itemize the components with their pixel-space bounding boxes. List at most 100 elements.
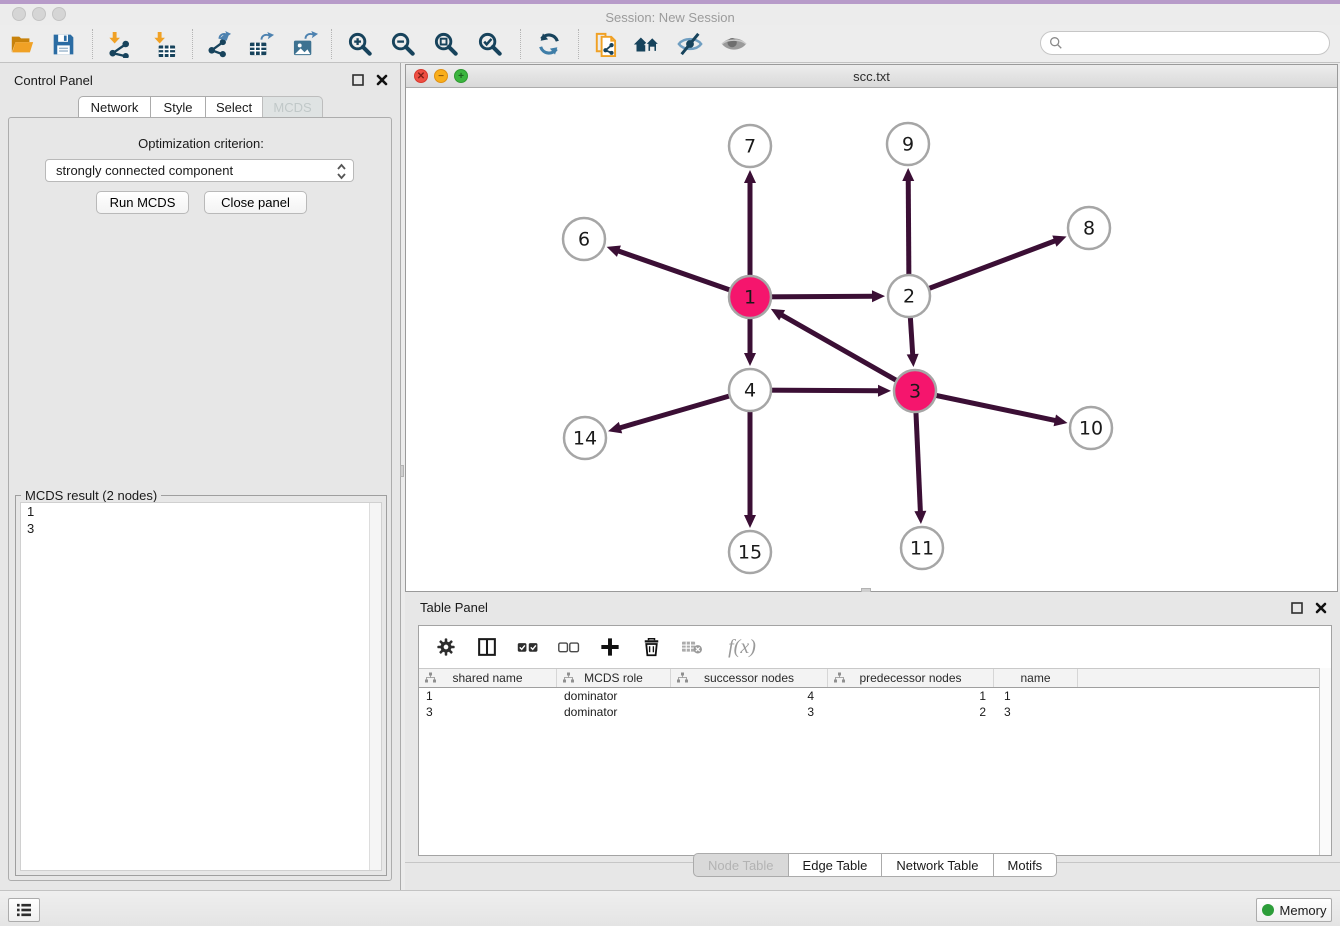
network-window-title: scc.txt: [406, 69, 1337, 84]
table-panel: Table Panel: [405, 592, 1340, 890]
mcds-result-group: MCDS result (2 nodes) 1 3: [15, 495, 387, 876]
graph-node-label: 6: [578, 229, 590, 251]
column-tree-icon: [562, 672, 575, 687]
export-network-button[interactable]: [204, 30, 232, 58]
hide-selected-button[interactable]: [676, 30, 704, 58]
close-panel-icon[interactable]: [376, 74, 388, 86]
column-header-name[interactable]: name: [994, 669, 1078, 687]
tab-network[interactable]: Network: [78, 96, 151, 117]
export-table-icon: [248, 31, 275, 58]
column-header-predecessor-nodes[interactable]: predecessor nodes: [828, 669, 994, 687]
column-header-successor-nodes[interactable]: successor nodes: [671, 669, 828, 687]
hide-selected-icon: [676, 31, 704, 57]
network-view-window: ✕ − + scc.txt 7968124314101511: [405, 64, 1338, 592]
zoom-selected-icon: [477, 31, 504, 58]
table-header-row: shared name MCDS role successor nodes pr…: [419, 668, 1319, 688]
vertical-splitter-handle[interactable]: [400, 465, 404, 477]
run-mcds-button[interactable]: Run MCDS: [96, 191, 189, 214]
show-all-button[interactable]: [720, 30, 748, 58]
result-scrollbar[interactable]: [369, 503, 381, 870]
graph-edge-arrowhead: [907, 354, 919, 367]
criterion-select[interactable]: strongly connected component: [45, 159, 354, 182]
memory-status-icon: [1262, 904, 1274, 916]
graph-edge-arrowhead: [902, 168, 914, 181]
mcds-result-list[interactable]: 1 3: [20, 502, 382, 871]
criterion-value: strongly connected component: [56, 163, 233, 178]
column-tree-icon: [676, 672, 689, 687]
task-history-button[interactable]: [8, 898, 40, 922]
column-header-filler: [1078, 669, 1319, 687]
graph-edge-arrowhead: [1052, 235, 1066, 246]
node-table-container: f(x) shared name MCDS role successor nod…: [418, 625, 1332, 856]
function-builder-icon: f(x): [720, 634, 764, 660]
gear-icon[interactable]: [433, 634, 459, 660]
home-layout-button[interactable]: [633, 30, 661, 58]
column-tree-icon: [833, 672, 846, 687]
import-network-icon: [105, 31, 132, 58]
tab-motifs[interactable]: Motifs: [994, 853, 1058, 877]
toolbar-separator: [331, 29, 332, 59]
zoom-selected-button[interactable]: [476, 30, 504, 58]
import-network-button[interactable]: [104, 30, 132, 58]
table-panel-title: Table Panel: [420, 600, 488, 615]
refresh-button[interactable]: [535, 30, 563, 58]
tab-edge-table[interactable]: Edge Table: [789, 853, 883, 877]
close-table-panel-icon[interactable]: [1315, 602, 1327, 614]
export-image-button[interactable]: [291, 30, 319, 58]
mcds-panel: Optimization criterion: strongly connect…: [8, 117, 392, 881]
graph-edge-arrowhead: [872, 290, 885, 302]
control-panel-title: Control Panel: [14, 73, 93, 88]
table-toolbar: f(x): [419, 626, 1331, 668]
graph-edge-3-1[interactable]: [780, 314, 915, 391]
import-table-icon: [150, 31, 177, 58]
tab-select[interactable]: Select: [205, 96, 263, 117]
delete-table-icon: [679, 634, 705, 660]
clone-network-button[interactable]: [590, 30, 618, 58]
float-panel-icon[interactable]: [352, 74, 364, 86]
graph-edge-2-8[interactable]: [909, 240, 1056, 296]
main-toolbar: [0, 25, 1340, 63]
table-row[interactable]: 1 dominator 4 1 1: [419, 688, 1319, 704]
zoom-in-button[interactable]: [346, 30, 374, 58]
deselect-all-icon[interactable]: [556, 634, 582, 660]
tab-network-table[interactable]: Network Table: [882, 853, 993, 877]
delete-column-icon[interactable]: [638, 634, 664, 660]
select-all-icon[interactable]: [515, 634, 541, 660]
table-row[interactable]: 3 dominator 3 2 3: [419, 704, 1319, 720]
open-file-button[interactable]: [8, 30, 36, 58]
network-window-titlebar[interactable]: ✕ − + scc.txt: [406, 65, 1337, 88]
export-network-icon: [205, 31, 232, 58]
zoom-out-button[interactable]: [389, 30, 417, 58]
close-panel-button[interactable]: Close panel: [204, 191, 307, 214]
search-field[interactable]: [1040, 31, 1330, 55]
tab-style[interactable]: Style: [150, 96, 206, 117]
column-header-shared-name[interactable]: shared name: [419, 669, 557, 687]
graph-node-label: 11: [910, 538, 934, 560]
export-table-button[interactable]: [247, 30, 275, 58]
table-scrollbar[interactable]: [1319, 668, 1331, 855]
column-header-mcds-role[interactable]: MCDS role: [557, 669, 671, 687]
list-icon: [16, 903, 32, 917]
save-session-button[interactable]: [49, 30, 77, 58]
search-icon: [1049, 36, 1063, 50]
tab-mcds[interactable]: MCDS: [262, 96, 323, 117]
network-canvas[interactable]: 7968124314101511: [406, 88, 1337, 591]
memory-label: Memory: [1280, 903, 1327, 918]
search-input[interactable]: [1068, 36, 1329, 51]
memory-button[interactable]: Memory: [1256, 898, 1332, 922]
tab-node-table[interactable]: Node Table: [693, 853, 789, 877]
graph-node-label: 7: [744, 136, 756, 158]
zoom-fit-button[interactable]: [432, 30, 460, 58]
graph-node-label: 15: [738, 542, 762, 564]
mcds-result-item: 3: [21, 520, 381, 537]
table-tabs: Node Table Edge Table Network Table Moti…: [693, 853, 1057, 877]
mcds-result-item: 1: [21, 503, 381, 520]
add-column-icon[interactable]: [597, 634, 623, 660]
columns-icon[interactable]: [474, 634, 500, 660]
float-table-panel-icon[interactable]: [1291, 602, 1303, 614]
import-table-button[interactable]: [149, 30, 177, 58]
toolbar-separator: [92, 29, 93, 59]
refresh-icon: [536, 31, 562, 57]
graph-edge-arrowhead: [608, 422, 622, 434]
select-chevrons-icon: [336, 163, 347, 183]
